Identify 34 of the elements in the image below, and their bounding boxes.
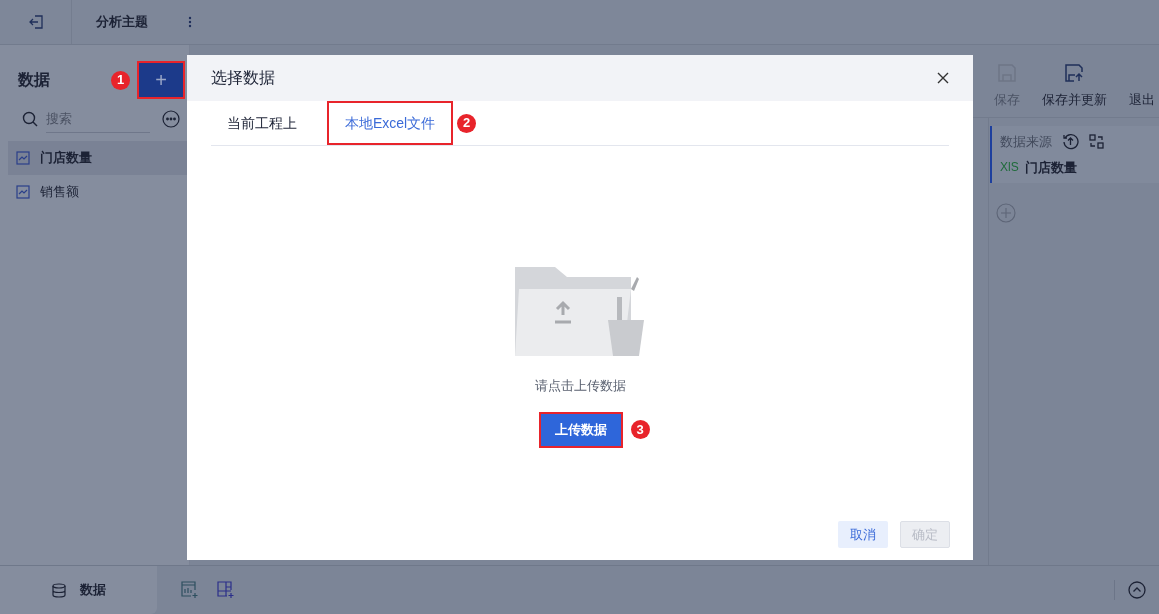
history-icon[interactable] xyxy=(1062,133,1079,151)
close-icon[interactable] xyxy=(937,72,949,84)
exit-icon[interactable] xyxy=(27,14,44,30)
upload-hint: 请点击上传数据 xyxy=(534,377,626,395)
sidebar-title: 数据 xyxy=(18,70,51,90)
data-item[interactable]: 门店数量 xyxy=(8,141,189,175)
add-table-icon[interactable] xyxy=(217,581,235,599)
page-title: 分析主题 xyxy=(96,13,148,32)
add-button[interactable]: + xyxy=(139,63,183,97)
more-icon[interactable] xyxy=(162,110,180,128)
chart-icon xyxy=(16,185,30,199)
more-icon[interactable] xyxy=(188,16,192,28)
card-title: 数据来源 xyxy=(1000,133,1052,151)
excel-label: XlS xyxy=(1000,159,1019,177)
save-update-icon xyxy=(1063,62,1086,83)
step-marker: 2 xyxy=(457,113,477,133)
database-icon xyxy=(51,582,66,598)
data-item[interactable]: 销售额 xyxy=(8,175,189,209)
search-icon xyxy=(22,111,38,127)
data-tab[interactable]: 数据 xyxy=(0,566,157,614)
toolbar-button[interactable]: 保存并更新 xyxy=(1042,61,1107,109)
swap-icon[interactable] xyxy=(1089,134,1104,150)
dialog-button[interactable]: 取消 xyxy=(838,521,888,548)
chart-icon xyxy=(16,151,30,165)
upload-button[interactable]: 上传数据 xyxy=(540,413,621,446)
toolbar-button[interactable]: 退出 xyxy=(1129,61,1155,109)
source-name: 门店数量 xyxy=(1024,158,1077,177)
step-marker: 1 xyxy=(111,70,130,90)
step-marker: 3 xyxy=(630,420,650,439)
search-field[interactable]: 搜索 xyxy=(46,105,150,133)
dialog-tab[interactable]: 当前工程上 xyxy=(211,103,313,143)
dialog-tab[interactable]: 本地Excel文件 xyxy=(329,103,452,143)
dialog-title: 选择数据 xyxy=(211,68,276,88)
chevron-up-icon[interactable] xyxy=(1128,581,1146,599)
